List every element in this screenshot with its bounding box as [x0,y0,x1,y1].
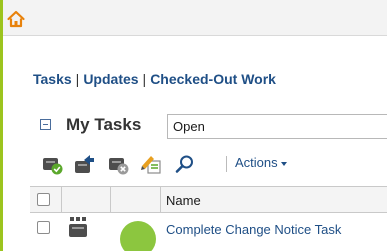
row-checkbox[interactable] [37,221,50,234]
task-filter-select[interactable]: Open [167,114,387,139]
tab-tasks[interactable]: Tasks [33,71,72,87]
nav-tabs: Tasks | Updates | Checked-Out Work [33,71,276,87]
tab-checked-out-work[interactable]: Checked-Out Work [150,71,276,87]
select-all-checkbox[interactable] [37,193,50,206]
tasks-table: Name Complete Change Notice Task [30,186,387,251]
accent-border [0,0,3,251]
home-icon[interactable] [6,9,26,29]
top-bar [3,0,387,35]
actions-label: Actions [235,155,278,170]
search-icon[interactable] [173,152,197,176]
tab-updates[interactable]: Updates [83,71,138,87]
table-header: Name [30,187,387,213]
workitem-icon [68,217,88,239]
column-header-name[interactable]: Name [166,193,201,208]
task-edit-icon[interactable] [139,152,163,176]
status-indicator [120,221,156,251]
chevron-down-icon [280,161,287,166]
task-name-link[interactable]: Complete Change Notice Task [166,222,341,237]
task-remove-icon[interactable] [106,152,130,176]
collapse-icon[interactable] [40,119,51,130]
actions-menu-button[interactable]: Actions [235,155,287,170]
table-row[interactable]: Complete Change Notice Task [30,213,387,251]
header-divider [3,35,387,36]
task-forward-icon[interactable] [72,152,96,176]
task-complete-icon[interactable] [40,152,64,176]
toolbar-divider [226,156,227,172]
tab-separator: | [75,71,80,87]
panel-title: My Tasks [66,115,142,134]
tab-separator: | [142,71,147,87]
